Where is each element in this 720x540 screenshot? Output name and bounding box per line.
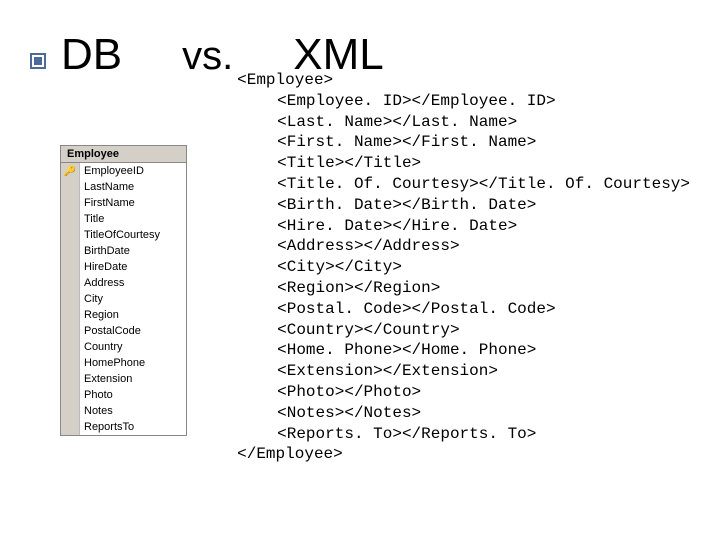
row-selector-icon [61, 307, 80, 323]
db-field-row: 🔑EmployeeID [61, 163, 186, 179]
row-selector-icon [61, 291, 80, 307]
db-field-row: Address [61, 275, 186, 291]
row-selector-icon [61, 339, 80, 355]
db-field-name: Photo [80, 389, 113, 401]
primary-key-icon: 🔑 [61, 163, 80, 179]
xml-element-line: <City></City> [237, 257, 690, 278]
db-field-name: Extension [80, 373, 132, 385]
db-table-panel: Employee 🔑EmployeeID LastName FirstName Tit… [60, 145, 187, 436]
db-field-name: PostalCode [80, 325, 141, 337]
db-field-row: Photo [61, 387, 186, 403]
xml-element-line: <Employee. ID></Employee. ID> [237, 91, 690, 112]
db-field-row: Title [61, 211, 186, 227]
xml-element-line: <First. Name></First. Name> [237, 132, 690, 153]
heading-db: DB [61, 30, 122, 80]
row-selector-icon [61, 387, 80, 403]
db-field-name: FirstName [80, 197, 135, 209]
xml-element-line: <Title. Of. Courtesy></Title. Of. Courte… [237, 174, 690, 195]
db-field-name: HomePhone [80, 357, 145, 369]
row-selector-icon [61, 419, 80, 435]
db-field-name: Region [80, 309, 119, 321]
row-selector-icon [61, 355, 80, 371]
db-field-row: City [61, 291, 186, 307]
db-field-name: TitleOfCourtesy [80, 229, 160, 241]
xml-element-line: <Last. Name></Last. Name> [237, 112, 690, 133]
db-field-name: Address [80, 277, 124, 289]
db-field-name: ReportsTo [80, 421, 134, 433]
row-selector-icon [61, 275, 80, 291]
db-field-name: HireDate [80, 261, 127, 273]
row-selector-icon [61, 403, 80, 419]
xml-element-line: <Hire. Date></Hire. Date> [237, 216, 690, 237]
row-selector-icon [61, 195, 80, 211]
db-field-row: TitleOfCourtesy [61, 227, 186, 243]
db-field-name: Country [80, 341, 123, 353]
row-selector-icon [61, 323, 80, 339]
db-field-name: BirthDate [80, 245, 130, 257]
db-field-row: FirstName [61, 195, 186, 211]
xml-element-line: <Postal. Code></Postal. Code> [237, 299, 690, 320]
db-field-row: HireDate [61, 259, 186, 275]
db-field-row: Extension [61, 371, 186, 387]
heading-vs: vs. [182, 34, 233, 79]
row-selector-icon [61, 179, 80, 195]
db-field-row: ReportsTo [61, 419, 186, 435]
db-field-list: 🔑EmployeeID LastName FirstName Title TitleOf… [61, 163, 186, 435]
xml-element-line: <Region></Region> [237, 278, 690, 299]
db-field-row: LastName [61, 179, 186, 195]
xml-element-line: <Birth. Date></Birth. Date> [237, 195, 690, 216]
xml-element-line: <Extension></Extension> [237, 361, 690, 382]
xml-element-line: <Photo></Photo> [237, 382, 690, 403]
xml-element-line: <Home. Phone></Home. Phone> [237, 340, 690, 361]
row-selector-icon [61, 371, 80, 387]
xml-element-line: <Reports. To></Reports. To> [237, 424, 690, 445]
xml-root-close: </Employee> [237, 444, 690, 465]
db-field-row: Notes [61, 403, 186, 419]
xml-element-line: <Notes></Notes> [237, 403, 690, 424]
row-selector-icon [61, 227, 80, 243]
db-table-title: Employee [61, 146, 186, 163]
row-selector-icon [61, 243, 80, 259]
db-field-name: LastName [80, 181, 134, 193]
xml-element-line: <Title></Title> [237, 153, 690, 174]
db-field-row: Region [61, 307, 186, 323]
db-field-name: Notes [80, 405, 113, 417]
row-selector-icon [61, 259, 80, 275]
xml-root-open: <Employee> [237, 70, 690, 91]
db-field-row: HomePhone [61, 355, 186, 371]
xml-listing: <Employee><Employee. ID></Employee. ID><… [237, 70, 690, 465]
db-field-row: BirthDate [61, 243, 186, 259]
db-field-row: PostalCode [61, 323, 186, 339]
db-field-name: EmployeeID [80, 165, 144, 177]
db-field-row: Country [61, 339, 186, 355]
db-field-name: Title [80, 213, 104, 225]
db-field-name: City [80, 293, 103, 305]
title-bullet-icon [30, 53, 46, 69]
xml-element-line: <Country></Country> [237, 320, 690, 341]
xml-element-line: <Address></Address> [237, 236, 690, 257]
row-selector-icon [61, 211, 80, 227]
